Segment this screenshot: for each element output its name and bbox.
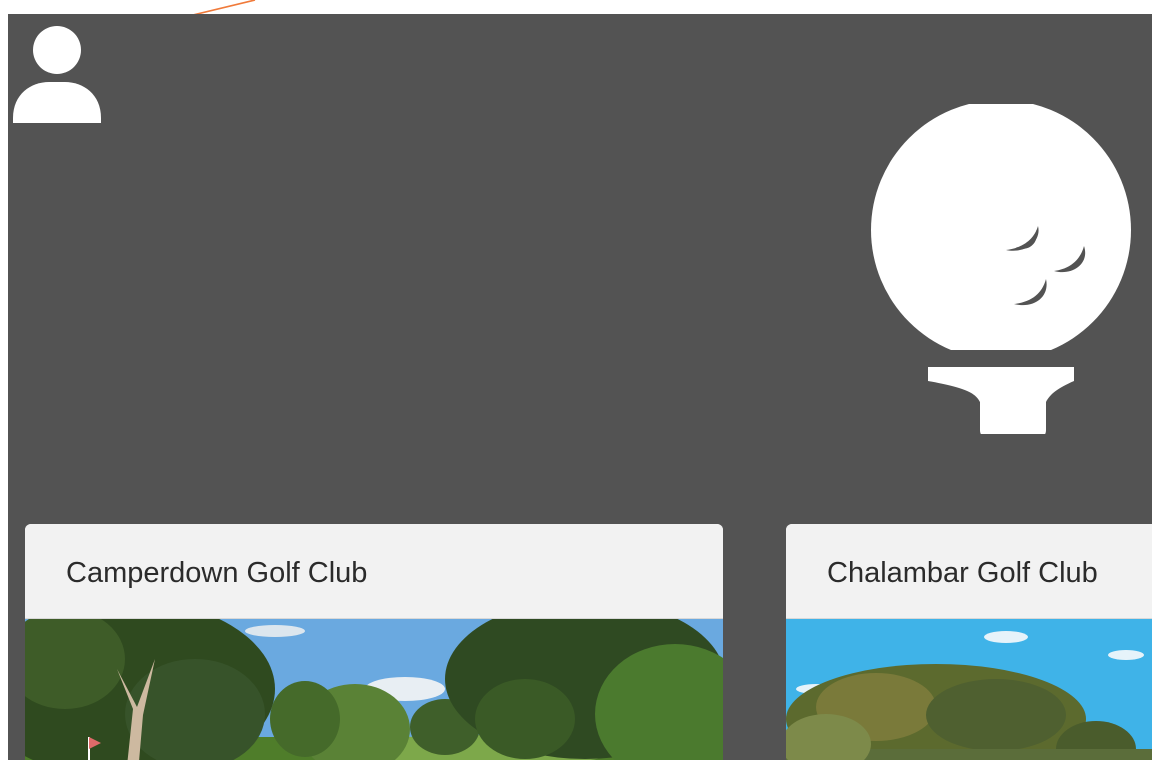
- club-photo: [25, 619, 723, 760]
- user-icon[interactable]: [13, 26, 101, 126]
- club-photo: [786, 619, 1152, 760]
- golf-ball-on-tee-icon: [866, 100, 1136, 438]
- club-card-title: Chalambar Golf Club: [786, 524, 1152, 619]
- club-card-title: Camperdown Golf Club: [25, 524, 723, 619]
- club-card-chalambar[interactable]: Chalambar Golf Club: [786, 524, 1152, 760]
- app-screen: Camperdown Golf Club Chalambar Golf Club: [8, 14, 1152, 760]
- club-card-camperdown[interactable]: Camperdown Golf Club: [25, 524, 723, 760]
